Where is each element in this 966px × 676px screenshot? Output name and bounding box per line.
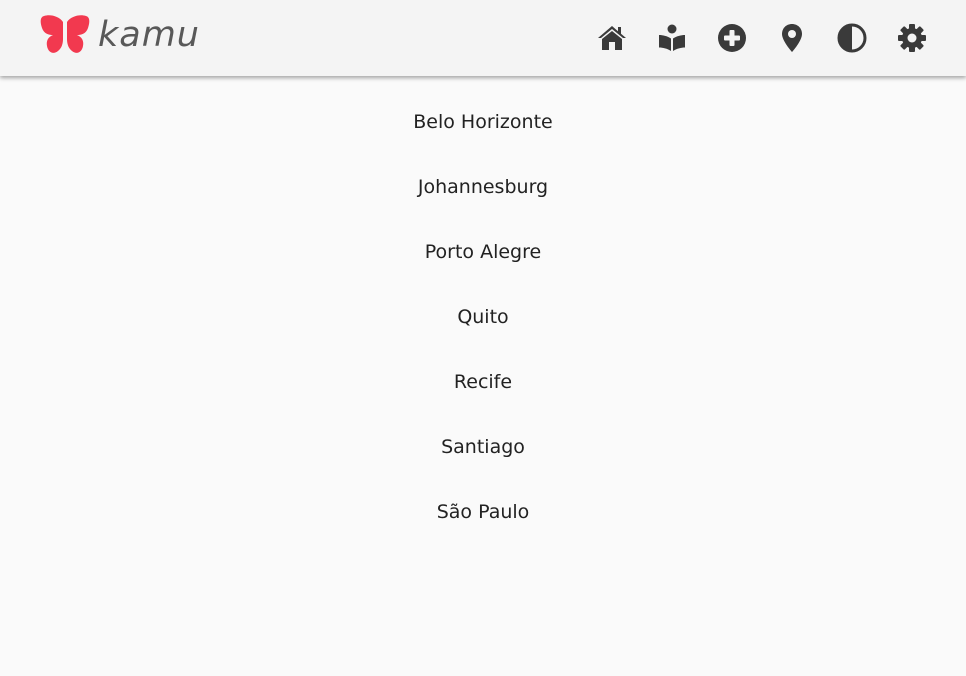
city-link-sao-paulo[interactable]: São Paulo [437,494,530,530]
city-list: Belo Horizonte Johannesburg Porto Alegre… [0,104,966,559]
reader-icon [659,24,685,51]
logo-link[interactable]: kamu [40,12,200,58]
city-link-belo-horizonte[interactable]: Belo Horizonte [413,104,552,140]
header-nav [595,20,929,56]
list-item: Porto Alegre [0,234,966,299]
list-item: Johannesburg [0,169,966,234]
theme-toggle-button[interactable] [835,20,869,56]
list-item: Santiago [0,429,966,494]
city-link-quito[interactable]: Quito [457,299,508,335]
list-item: Recife [0,364,966,429]
butterfly-logo-icon [40,15,90,53]
add-icon [718,24,746,52]
home-button[interactable] [595,20,629,56]
add-button[interactable] [715,20,749,56]
logo-text: kamu [98,15,200,55]
home-icon [598,26,626,50]
app-header: kamu [0,0,966,76]
list-item: Quito [0,299,966,364]
settings-button[interactable] [895,20,929,56]
main-content: Belo Horizonte Johannesburg Porto Alegre… [0,76,966,676]
list-item: Belo Horizonte [0,104,966,169]
contrast-icon [837,23,867,53]
location-button[interactable] [775,20,809,56]
location-pin-icon [782,24,802,52]
gear-icon [898,24,926,52]
city-link-porto-alegre[interactable]: Porto Alegre [425,234,541,270]
city-link-recife[interactable]: Recife [454,364,512,400]
city-link-johannesburg[interactable]: Johannesburg [418,169,548,205]
city-link-santiago[interactable]: Santiago [441,429,525,465]
reading-button[interactable] [655,20,689,56]
list-item: São Paulo [0,494,966,559]
